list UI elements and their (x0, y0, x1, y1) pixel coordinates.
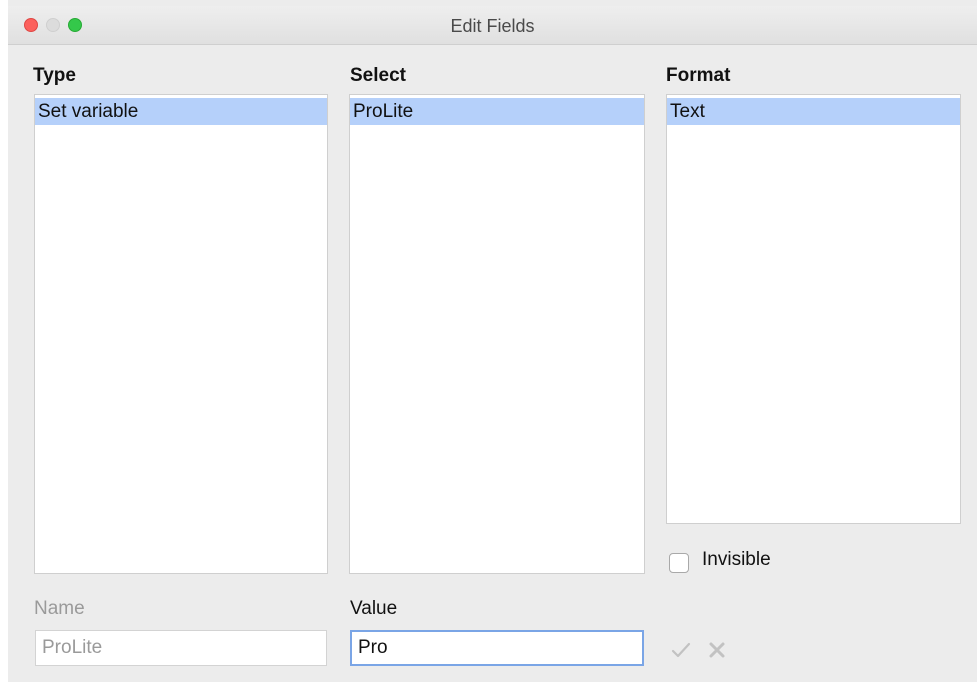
name-label: Name (34, 598, 85, 619)
title-bar: Edit Fields (8, 6, 977, 45)
type-list[interactable]: Set variable (34, 94, 328, 574)
format-list[interactable]: Text (666, 94, 961, 524)
value-label: Value (350, 598, 398, 619)
format-header: Format (666, 65, 731, 86)
select-list-item[interactable]: ProLite (350, 98, 644, 125)
name-field[interactable]: ProLite (35, 630, 327, 666)
format-list-item[interactable]: Text (667, 98, 960, 125)
window-edge (0, 0, 8, 682)
select-header: Select (350, 65, 406, 86)
type-list-item[interactable]: Set variable (35, 98, 327, 125)
invisible-checkbox[interactable] (669, 553, 689, 573)
invisible-checkbox-label[interactable]: Invisible (702, 549, 771, 571)
checkmark-icon[interactable] (670, 639, 692, 661)
value-field[interactable]: Pro (350, 630, 644, 666)
edit-fields-dialog: Edit Fields Type Set variable Select Pro… (8, 6, 977, 682)
type-header: Type (33, 65, 76, 86)
select-list[interactable]: ProLite (349, 94, 645, 574)
window-title: Edit Fields (450, 16, 535, 36)
x-mark-icon[interactable] (706, 639, 728, 661)
